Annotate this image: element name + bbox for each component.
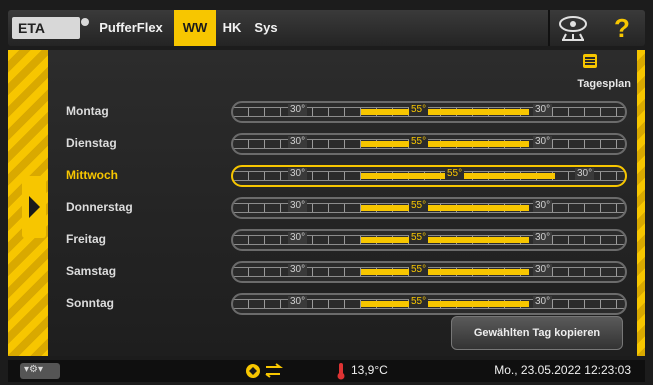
temp-label: 30° — [533, 104, 553, 116]
temp-label: 30° — [533, 232, 553, 244]
temp-label: 30° — [533, 200, 553, 212]
svg-text:ETA: ETA — [18, 20, 45, 36]
status-bar: ▾⚙▾ 13,9°C Mo., 23.05.2022 12:23:03 — [8, 360, 645, 382]
temp-label: 30° — [288, 264, 308, 276]
temperature-timeline[interactable]: 30° 55° 30° — [231, 133, 627, 155]
temp-label: 55° — [409, 104, 429, 116]
tab-hk[interactable]: HK — [218, 10, 246, 46]
temp-label: 55° — [409, 296, 429, 308]
temp-label: 30° — [533, 296, 553, 308]
day-row-donnerstag[interactable]: Donnerstag 30° 55° 30° — [48, 193, 637, 221]
day-row-mittwoch[interactable]: Mittwoch 30° 55° 30° — [48, 161, 637, 189]
tab-pufferflex[interactable]: PufferFlex — [90, 10, 172, 46]
eta-logo: ETA — [12, 17, 89, 39]
temp-label: 55° — [409, 264, 429, 276]
temp-label: 30° — [288, 232, 308, 244]
arrow-right-icon — [29, 196, 40, 218]
temperature-timeline[interactable]: 30° 55° 30° — [231, 261, 627, 283]
daily-plan-label: Tagesplan — [577, 78, 631, 90]
temperature-timeline[interactable]: 30° 55° 30° — [231, 197, 627, 219]
temp-label: 30° — [288, 168, 308, 180]
temp-label: 30° — [575, 168, 595, 180]
day-row-sonntag[interactable]: Sonntag 30° 55° 30° — [48, 289, 637, 317]
header-divider — [548, 10, 550, 46]
tab-ww[interactable]: WW — [174, 10, 216, 46]
day-label: Sonntag — [66, 296, 114, 310]
temp-label: 55° — [409, 232, 429, 244]
temp-label: 30° — [533, 136, 553, 148]
temp-label: 30° — [288, 104, 308, 116]
day-row-samstag[interactable]: Samstag 30° 55° 30° — [48, 257, 637, 285]
outdoor-temperature: 13,9°C — [351, 363, 388, 377]
header-bar: ETA PufferFlex WW HK Sys ? — [8, 10, 645, 46]
day-label: Samstag — [66, 264, 117, 278]
tab-sys[interactable]: Sys — [248, 10, 284, 46]
temp-label: 30° — [288, 200, 308, 212]
temp-label: 55° — [409, 200, 429, 212]
temp-label: 55° — [445, 168, 465, 180]
swap-status-icon — [246, 363, 283, 378]
temp-label: 55° — [409, 136, 429, 148]
date-time: Mo., 23.05.2022 12:23:03 — [494, 363, 631, 377]
day-row-montag[interactable]: Montag 30° 55° 30° — [48, 97, 637, 125]
menu-button[interactable]: ▾⚙▾ — [20, 363, 60, 379]
temperature-timeline[interactable]: 30° 55° 30° — [231, 229, 627, 251]
day-label: Dienstag — [66, 136, 117, 150]
day-row-freitag[interactable]: Freitag 30° 55° 30° — [48, 225, 637, 253]
expand-panel-button[interactable] — [22, 176, 46, 238]
temp-label: 30° — [533, 264, 553, 276]
day-label: Mittwoch — [66, 168, 118, 182]
temperature-timeline[interactable]: 30° 55° 30° — [231, 101, 627, 123]
side-stripe-right — [637, 50, 645, 356]
copy-day-button[interactable]: Gewählten Tag kopieren — [451, 316, 623, 350]
network-icon[interactable] — [552, 12, 594, 44]
temp-label: 30° — [288, 136, 308, 148]
day-row-dienstag[interactable]: Dienstag 30° 55° 30° — [48, 129, 637, 157]
day-label: Donnerstag — [66, 200, 133, 214]
schedule-icon — [583, 54, 597, 68]
app-window: ETA PufferFlex WW HK Sys ? Tagesplan Mon… — [0, 0, 653, 385]
weekly-schedule-panel: Tagesplan Montag 30° 55° 30° Dienstag 30… — [48, 50, 637, 356]
thermometer-icon — [337, 363, 345, 380]
menu-icon: ▾⚙▾ — [24, 364, 44, 375]
day-label: Montag — [66, 104, 109, 118]
daily-plan-button[interactable]: Tagesplan — [545, 52, 633, 94]
help-button[interactable]: ? — [602, 12, 642, 44]
day-label: Freitag — [66, 232, 107, 246]
temp-label: 30° — [288, 296, 308, 308]
temperature-timeline[interactable]: 30° 55° 30° — [231, 165, 627, 187]
temperature-timeline[interactable]: 30° 55° 30° — [231, 293, 627, 315]
